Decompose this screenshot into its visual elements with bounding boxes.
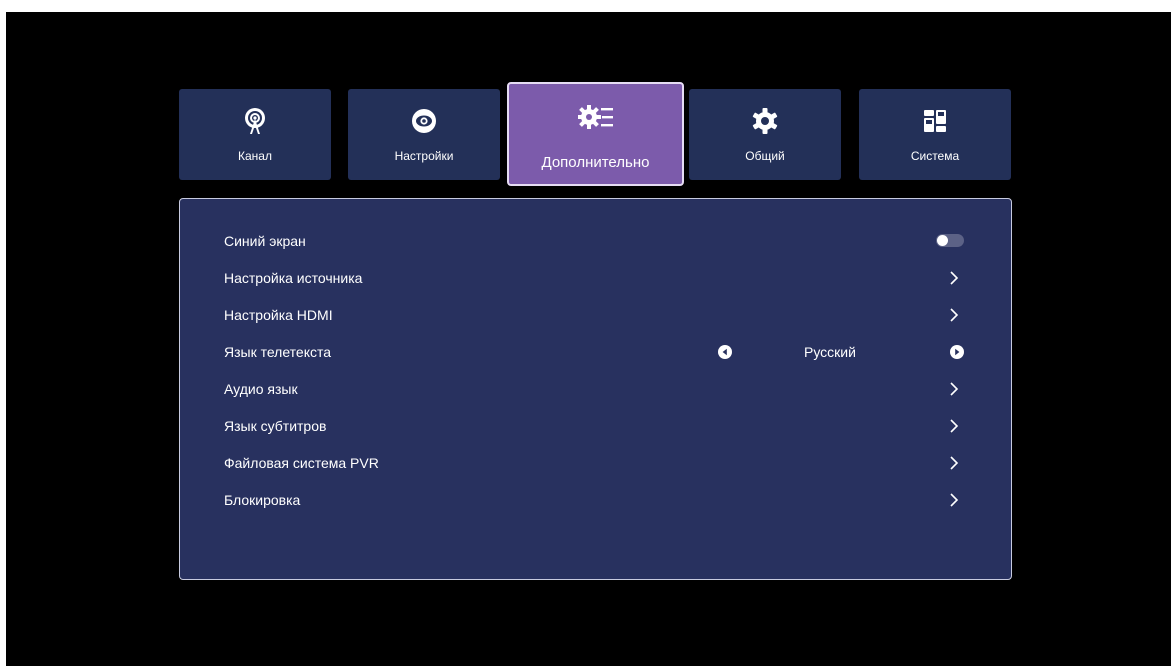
chevron-right-icon	[950, 493, 959, 507]
eye-icon	[410, 107, 438, 135]
menu-item-label: Настройка источника	[224, 270, 363, 286]
menu-item-label: Синий экран	[224, 233, 306, 249]
menu-item-label: Язык телетекста	[224, 344, 332, 360]
tab-system[interactable]: Система	[859, 89, 1011, 180]
menu-item-label: Язык субтитров	[224, 418, 327, 434]
tab-channel[interactable]: Канал	[179, 89, 331, 180]
menu-item-label: Файловая система PVR	[224, 455, 379, 471]
menu-item-subtitle-language[interactable]: Язык субтитров	[224, 408, 959, 444]
chevron-right-icon	[950, 382, 959, 396]
menu-item-pvr-file-system[interactable]: Файловая система PVR	[224, 445, 959, 481]
tab-settings[interactable]: Настройки	[348, 89, 500, 180]
menu-item-blue-screen[interactable]: Синий экран	[224, 223, 964, 259]
toggle-knob	[937, 235, 948, 246]
chevron-right-icon	[950, 271, 959, 285]
advanced-settings-icon	[577, 102, 614, 132]
tab-label: Общий	[745, 149, 785, 163]
menu-item-audio-language[interactable]: Аудио язык	[224, 371, 959, 407]
chevron-right-icon	[950, 419, 959, 433]
chevron-right-icon	[950, 456, 959, 470]
chevron-right-icon	[950, 308, 959, 322]
teletext-language-value: Русский	[804, 344, 856, 360]
tab-general[interactable]: Общий	[689, 89, 841, 180]
menu-item-label: Блокировка	[224, 492, 301, 508]
category-tabbar: Канал Настройки Дополнительно Общий Сист…	[0, 0, 1171, 200]
arrow-right-icon[interactable]	[950, 345, 964, 359]
menu-item-teletext-language[interactable]: Язык телетекста Русский	[224, 334, 964, 370]
antenna-icon	[241, 107, 269, 135]
settings-panel: Синий экран Настройка источника Настройк…	[179, 198, 1012, 580]
gear-icon	[751, 107, 779, 135]
menu-item-hdmi-setup[interactable]: Настройка HDMI	[224, 297, 959, 333]
tab-advanced[interactable]: Дополнительно	[507, 82, 684, 186]
tab-label: Канал	[238, 149, 272, 163]
tab-label: Система	[910, 149, 960, 163]
menu-item-lock[interactable]: Блокировка	[224, 482, 959, 518]
arrow-left-icon[interactable]	[718, 345, 732, 359]
menu-item-source-setup[interactable]: Настройка источника	[224, 260, 959, 296]
menu-item-label: Настройка HDMI	[224, 307, 333, 323]
tab-label: Настройки	[394, 149, 454, 163]
system-grid-icon	[921, 107, 949, 135]
menu-item-label: Аудио язык	[224, 381, 298, 397]
tab-label: Дополнительно	[541, 154, 650, 171]
blue-screen-toggle[interactable]	[936, 234, 964, 247]
